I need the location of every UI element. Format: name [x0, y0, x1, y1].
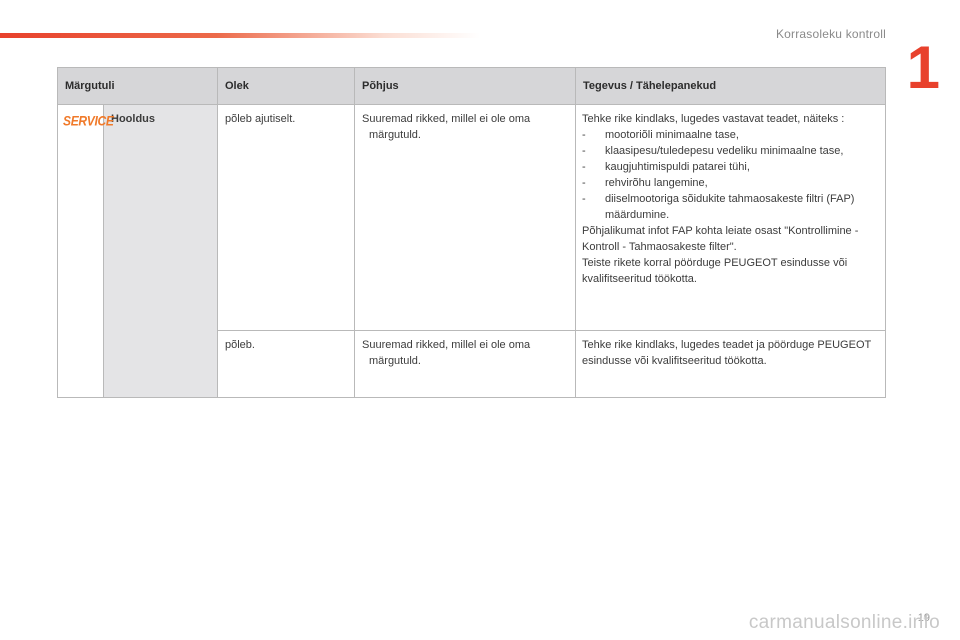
cause-text-continued: märgutuld. — [369, 355, 421, 367]
action-list: mootoriõli minimaalne tase, klaasipesu/t… — [582, 127, 879, 223]
list-item: rehvirõhu langemine, — [582, 175, 879, 191]
list-item: mootoriõli minimaalne tase, — [582, 127, 879, 143]
indicator-icon-cell: SERVICE — [57, 104, 114, 398]
watermark: carmanualsonline.info — [748, 612, 940, 633]
cause-text: Suuremad rikked, millel ei ole oma — [362, 113, 531, 125]
cause-cell: Suuremad rikked, millel ei ole oma märgu… — [354, 330, 576, 398]
chapter-title: Korrasoleku kontroll — [775, 27, 886, 41]
list-item: kaugjuhtimispuldi patarei tühi, — [582, 159, 879, 175]
action-intro: Tehke rike kindlaks, lugedes vastavat te… — [582, 113, 845, 125]
cause-text: Suuremad rikked, millel ei ole oma — [362, 339, 531, 351]
state-cell: põleb. — [217, 330, 355, 398]
header-accent-bar — [0, 33, 480, 38]
column-header-indicator: Märgutuli — [57, 67, 218, 105]
column-header-action: Tegevus / Tähelepanekud — [575, 67, 886, 105]
action-cell: Tehke rike kindlaks, lugedes teadet ja p… — [575, 330, 886, 398]
cause-text-continued: märgutuld. — [369, 129, 421, 141]
action-note-dealer: Teiste rikete korral pöörduge PEUGEOT es… — [582, 257, 848, 285]
action-note-fap: Põhjalikumat infot FAP kohta leiate osas… — [582, 225, 859, 253]
indicator-name: Hooldus — [103, 104, 218, 398]
column-header-state: Olek — [217, 67, 355, 105]
table-header-row: Märgutuli Olek Põhjus Tegevus / Tähelepa… — [57, 67, 886, 105]
cause-cell: Suuremad rikked, millel ei ole oma märgu… — [354, 104, 576, 331]
service-icon: SERVICE — [63, 112, 114, 130]
column-header-cause: Põhjus — [354, 67, 576, 105]
action-cell: Tehke rike kindlaks, lugedes vastavat te… — [575, 104, 886, 331]
chapter-number: 1 — [906, 34, 940, 101]
table-row: SERVICE Hooldus põleb ajutiselt. Suurema… — [57, 104, 886, 398]
list-item: klaasipesu/tuledepesu vedeliku minimaaln… — [582, 143, 879, 159]
list-item: diiselmootoriga sõidukite tahmaosakeste … — [582, 191, 879, 223]
warning-light-table: Märgutuli Olek Põhjus Tegevus / Tähelepa… — [57, 67, 886, 398]
state-cell: põleb ajutiselt. — [217, 104, 355, 331]
